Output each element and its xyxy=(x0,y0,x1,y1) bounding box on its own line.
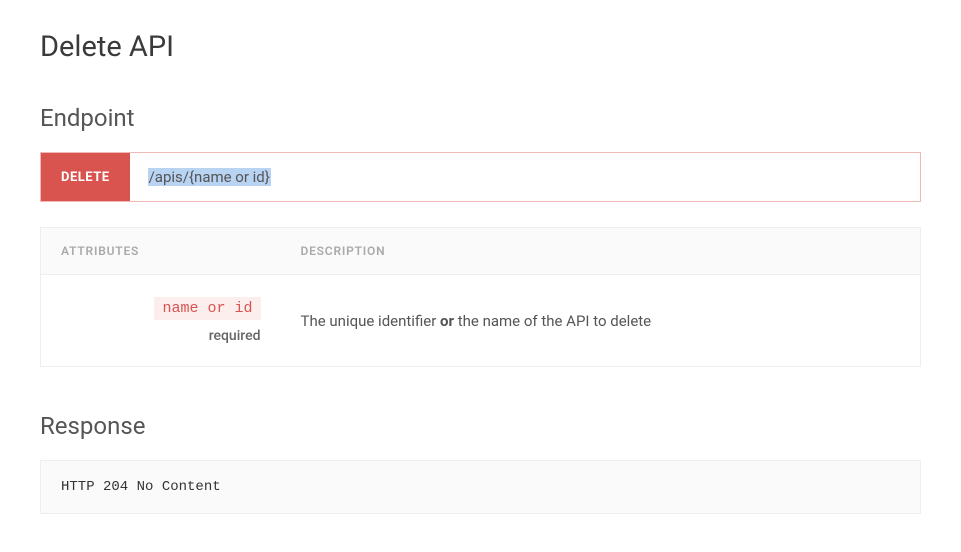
description-text-post: the name of the API to delete xyxy=(454,312,651,330)
attribute-name: name or id xyxy=(154,297,260,320)
description-text-pre: The unique identifier xyxy=(301,312,441,330)
description-text-bold: or xyxy=(440,312,454,330)
table-row: name or id required The unique identifie… xyxy=(41,275,921,367)
endpoint-box: DELETE /apis/{name or id} xyxy=(40,152,921,202)
attributes-table: ATTRIBUTES DESCRIPTION name or id requir… xyxy=(40,227,921,367)
endpoint-path-text[interactable]: /apis/{name or id} xyxy=(148,168,271,186)
endpoint-heading: Endpoint xyxy=(40,104,921,132)
attribute-required-label: required xyxy=(61,328,261,344)
endpoint-section: Endpoint DELETE /apis/{name or id} ATTRI… xyxy=(40,104,921,367)
col-header-attributes: ATTRIBUTES xyxy=(41,228,281,275)
table-header-row: ATTRIBUTES DESCRIPTION xyxy=(41,228,921,275)
attribute-cell: name or id required xyxy=(41,275,281,367)
description-cell: The unique identifier or the name of the… xyxy=(281,275,921,367)
response-code-block: HTTP 204 No Content xyxy=(40,460,921,514)
http-method-badge: DELETE xyxy=(41,153,130,201)
endpoint-path: /apis/{name or id} xyxy=(130,153,289,201)
response-heading: Response xyxy=(40,412,921,440)
col-header-description: DESCRIPTION xyxy=(281,228,921,275)
page-title: Delete API xyxy=(40,30,921,64)
response-section: Response HTTP 204 No Content xyxy=(40,412,921,514)
